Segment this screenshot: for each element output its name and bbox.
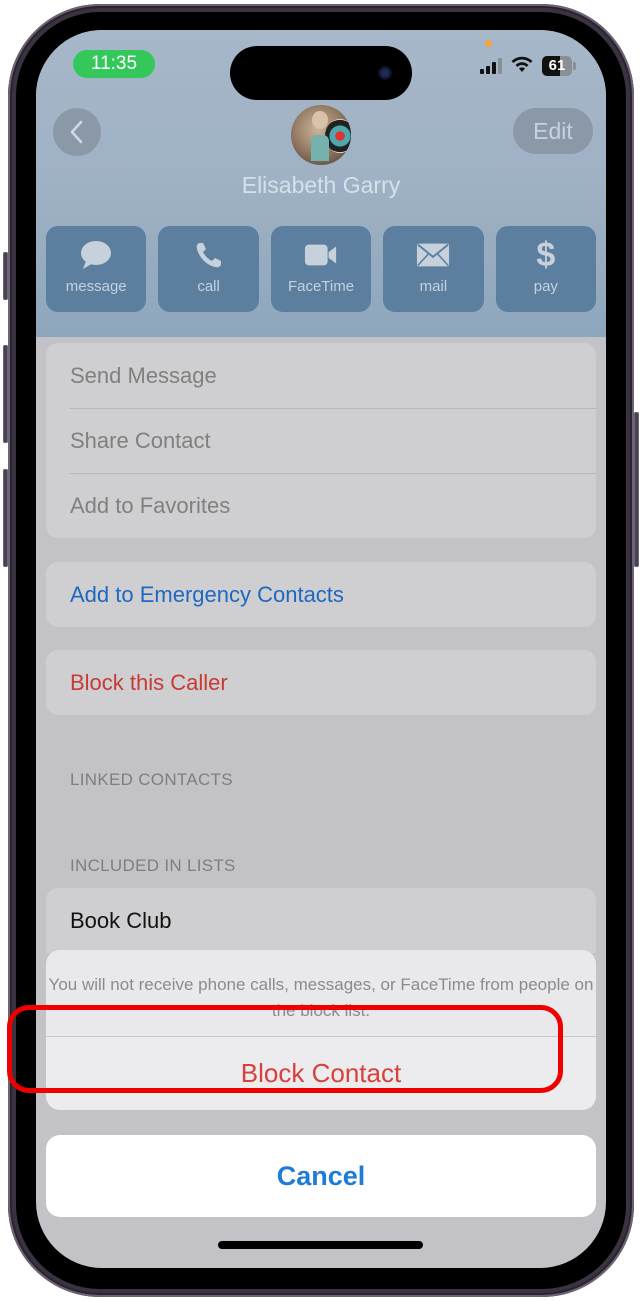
silent-switch — [3, 252, 8, 300]
mail-action-button[interactable]: mail — [383, 226, 484, 312]
front-camera-icon — [378, 66, 392, 80]
privacy-indicator-dot — [485, 40, 492, 47]
action-label: call — [197, 278, 220, 295]
action-sheet-message: You will not receive phone calls, messag… — [48, 975, 594, 1020]
home-indicator[interactable] — [218, 1241, 423, 1249]
back-button[interactable] — [53, 108, 101, 156]
dollar-icon: $ — [536, 236, 556, 274]
contact-name: Elisabeth Garry — [241, 172, 401, 198]
add-to-favorites-row[interactable]: Add to Favorites — [46, 473, 596, 538]
call-action-button[interactable]: call — [158, 226, 259, 312]
battery-percent: 61 — [548, 57, 566, 74]
action-label: pay — [533, 278, 558, 295]
dynamic-island — [230, 46, 412, 100]
cellular-signal-icon — [480, 58, 502, 74]
speech-bubble-icon — [79, 238, 113, 272]
volume-up-button — [3, 345, 8, 443]
message-action-button[interactable]: message — [46, 226, 147, 312]
block-this-caller-row[interactable]: Block this Caller — [46, 650, 596, 715]
action-label: mail — [419, 278, 448, 295]
cancel-button[interactable]: Cancel — [46, 1135, 596, 1217]
contact-header: 11:35 61 Edit Elisabeth Garry message ca… — [36, 30, 606, 337]
action-label: message — [65, 278, 127, 295]
side-button — [634, 412, 639, 567]
emergency-group: Add to Emergency Contacts — [46, 562, 596, 627]
quick-actions: message call FaceTime mail $ pay — [46, 226, 597, 312]
add-to-emergency-contacts-row[interactable]: Add to Emergency Contacts — [46, 562, 596, 627]
battery-icon: 61 — [542, 56, 576, 76]
chevron-left-icon — [70, 120, 83, 144]
screen: 11:35 61 Edit Elisabeth Garry message ca… — [36, 30, 606, 1268]
facetime-action-button[interactable]: FaceTime — [270, 226, 372, 312]
action-label: FaceTime — [287, 278, 355, 295]
video-camera-icon — [304, 238, 338, 272]
block-group: Block this Caller — [46, 650, 596, 715]
status-time[interactable]: 11:35 — [73, 50, 155, 78]
volume-down-button — [3, 469, 8, 567]
list-item[interactable]: Book Club — [46, 888, 596, 953]
send-message-row[interactable]: Send Message — [46, 343, 596, 408]
pay-action-button[interactable]: $ pay — [495, 226, 597, 312]
lists-group: Book Club — [46, 888, 596, 953]
status-bar: 11:35 61 — [36, 30, 606, 100]
action-sheet: You will not receive phone calls, messag… — [46, 950, 596, 1110]
share-contact-row[interactable]: Share Contact — [46, 408, 596, 473]
block-contact-button[interactable]: Block Contact — [46, 1037, 596, 1110]
wifi-icon — [511, 56, 533, 72]
avatar[interactable] — [291, 105, 351, 165]
included-in-lists-header: INCLUDED IN LISTS — [70, 856, 236, 875]
phone-icon — [192, 238, 226, 272]
envelope-icon — [416, 238, 450, 272]
edit-button[interactable]: Edit — [513, 108, 593, 154]
contact-options-group: Send Message Share Contact Add to Favori… — [46, 343, 596, 538]
linked-contacts-header: LINKED CONTACTS — [70, 770, 233, 789]
